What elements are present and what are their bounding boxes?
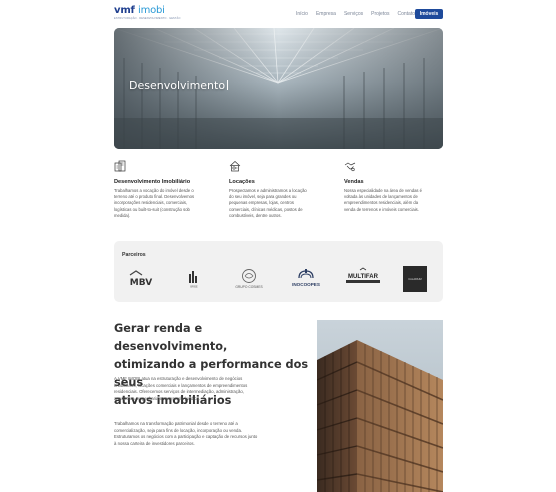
mbv-logo-text: MBV xyxy=(130,278,152,288)
service-title: Vendas xyxy=(344,179,364,185)
logo-wordmark: vmf imobi xyxy=(114,5,165,16)
service-description: Nossa especialidade na área de vendas é … xyxy=(344,188,422,212)
building-document-icon xyxy=(114,160,126,172)
partner-logo-caladium[interactable]: CALADIUM xyxy=(403,266,427,292)
main-nav: Início Empresa Serviços Projetos Contato xyxy=(296,11,423,17)
service-title: Desenvolvimento Imobiliário xyxy=(114,179,191,185)
nav-projetos[interactable]: Projetos xyxy=(371,11,389,17)
hero-banner: Desenvolvimento xyxy=(114,28,443,149)
mbv-logo-mark: MBV xyxy=(129,270,152,288)
partner-logo-brise[interactable]: BRISE xyxy=(184,269,204,289)
cosmes-logo-mark: GRUPO COSMES xyxy=(235,269,263,289)
partners-title: Parceiros xyxy=(122,252,146,258)
nav-contato[interactable]: Contato xyxy=(398,11,416,17)
logo-tagline: ESTRUTURAÇÃO · DESENVOLVIMENTO · GESTÃO xyxy=(114,17,181,20)
service-desenvolvimento: Desenvolvimento Imobiliário Trabalhamos … xyxy=(114,160,226,219)
multifar-logo-mark: MULTIFAR xyxy=(346,267,380,283)
cosmes-logo-text: GRUPO COSMES xyxy=(235,285,263,289)
building-image xyxy=(317,320,443,492)
partner-logo-grupo-cosmes[interactable]: GRUPO COSMES xyxy=(234,266,264,292)
nav-inicio[interactable]: Início xyxy=(296,11,308,17)
service-vendas: Vendas Nossa especialidade na área de ve… xyxy=(344,160,456,213)
about-paragraph-2: Trabalhamos na transformação patrimonial… xyxy=(114,421,258,446)
service-description: Prospectamos e administramos a locação d… xyxy=(229,188,307,218)
partner-logo-multifar[interactable]: MULTIFAR xyxy=(342,267,384,291)
partners-section: Parceiros MBV BRISE GRUPO COSMES INOCOOP… xyxy=(114,241,443,302)
service-locacoes: Locações Prospectamos e administramos a … xyxy=(229,160,341,219)
inocoopes-logo-text: INOCOOPES xyxy=(292,282,320,287)
nav-servicos[interactable]: Serviços xyxy=(344,11,363,17)
about-paragraph-1: A VMF IMOBI atua na estruturação e desen… xyxy=(114,376,248,401)
bars-logo-mark: BRISE xyxy=(189,271,198,289)
building-photo xyxy=(317,320,443,492)
site-header: vmf imobi ESTRUTURAÇÃO · DESENVOLVIMENTO… xyxy=(0,0,556,28)
brise-logo-text: BRISE xyxy=(190,286,198,289)
logo[interactable]: vmf imobi ESTRUTURAÇÃO · DESENVOLVIMENTO… xyxy=(114,5,181,21)
partner-logo-inocoopes[interactable]: INOCOOPES xyxy=(286,266,326,292)
inocoopes-logo-mark: INOCOOPES xyxy=(292,269,320,287)
nav-empresa[interactable]: Empresa xyxy=(316,11,336,17)
house-key-icon xyxy=(229,161,241,172)
partner-logo-mbv[interactable]: MBV xyxy=(126,269,156,289)
imoveis-button[interactable]: Imóveis xyxy=(415,9,443,19)
caladium-logo-text: CALADIUM xyxy=(408,277,422,281)
hero-title: Desenvolvimento xyxy=(129,79,229,92)
handshake-icon xyxy=(344,162,356,172)
service-description: Trabalhamos a vocação do imóvel desde o … xyxy=(114,188,195,218)
multifar-logo-text: MULTIFAR xyxy=(348,274,379,280)
service-title: Locações xyxy=(229,179,255,185)
